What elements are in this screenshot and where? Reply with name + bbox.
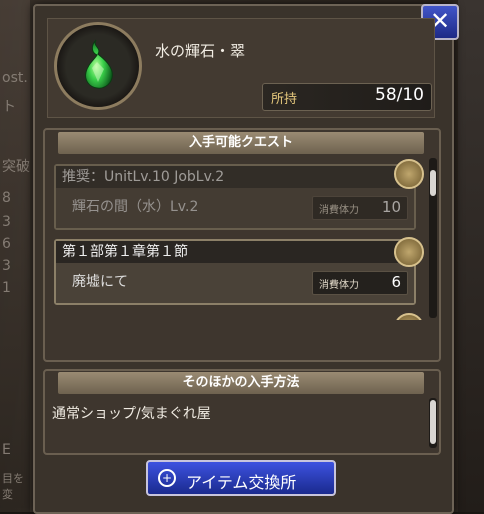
bg-text: 突破 <box>2 159 30 175</box>
bg-text: 8 <box>2 190 11 206</box>
item-exchange-button[interactable]: + アイテム交換所 <box>146 460 336 496</box>
bg-text: ost. <box>2 70 28 86</box>
search-icon[interactable] <box>394 237 424 267</box>
green-gem-icon <box>85 39 113 89</box>
bg-text: 1 <box>2 280 11 296</box>
stamina-label: 消費体力 <box>319 205 359 216</box>
exchange-button-label: アイテム交換所 <box>186 473 297 492</box>
stamina-box: 消費体力 6 <box>312 271 408 295</box>
stamina-label: 消費体力 <box>319 280 359 291</box>
stamina-value: 10 <box>381 198 401 216</box>
quest-card[interactable]: 第１部第１章第１節 廃墟にて 消費体力 6 <box>54 239 416 305</box>
quests-section-title: 入手可能クエスト <box>58 132 424 154</box>
bg-text: 目を変 <box>2 472 24 501</box>
quest-stage-name: 輝石の間（水）Lv.2 <box>72 199 199 215</box>
quest-card[interactable]: 推奨：UnitLv.10 JobLv.2 輝石の間（水）Lv.2 消費体力 10 <box>54 164 416 230</box>
quest-title: 推奨：UnitLv.10 JobLv.2 <box>56 166 414 188</box>
quest-scrollbar[interactable] <box>429 158 437 318</box>
stamina-value: 6 <box>391 273 401 291</box>
quest-scroll-thumb[interactable] <box>430 170 436 196</box>
other-methods-title: そのほかの入手方法 <box>58 372 424 394</box>
bg-text: 3 <box>2 214 11 230</box>
plus-circle-icon: + <box>158 469 176 487</box>
bg-text: ト <box>2 99 16 115</box>
bg-text: 6 <box>2 236 11 252</box>
item-name: 水の輝石・翠 <box>155 42 246 60</box>
other-scrollbar[interactable] <box>429 398 437 448</box>
background-right-panel <box>458 0 484 512</box>
bg-text: 3 <box>2 258 11 274</box>
background-left-panel: ost. ト 突破 8 3 6 3 1 E 目を変 <box>0 0 30 512</box>
quest-stage-name: 廃墟にて <box>72 274 128 290</box>
search-icon[interactable] <box>394 159 424 189</box>
owned-label: 所持 <box>271 92 298 107</box>
quest-body: 輝石の間（水）Lv.2 消費体力 10 <box>56 188 414 228</box>
bg-text: E <box>2 442 11 458</box>
stamina-box: 消費体力 10 <box>312 196 408 220</box>
search-icon[interactable] <box>394 313 424 320</box>
other-scroll-thumb[interactable] <box>430 400 436 444</box>
quest-list: 推奨：UnitLv.10 JobLv.2 輝石の間（水）Lv.2 消費体力 10… <box>50 155 428 320</box>
owned-value: 58/10 <box>375 85 424 105</box>
quest-title: 第１部第１章第１節 <box>56 241 414 263</box>
other-method-text: 通常ショップ/気まぐれ屋 <box>52 406 211 422</box>
quest-body: 廃墟にて 消費体力 6 <box>56 263 414 303</box>
